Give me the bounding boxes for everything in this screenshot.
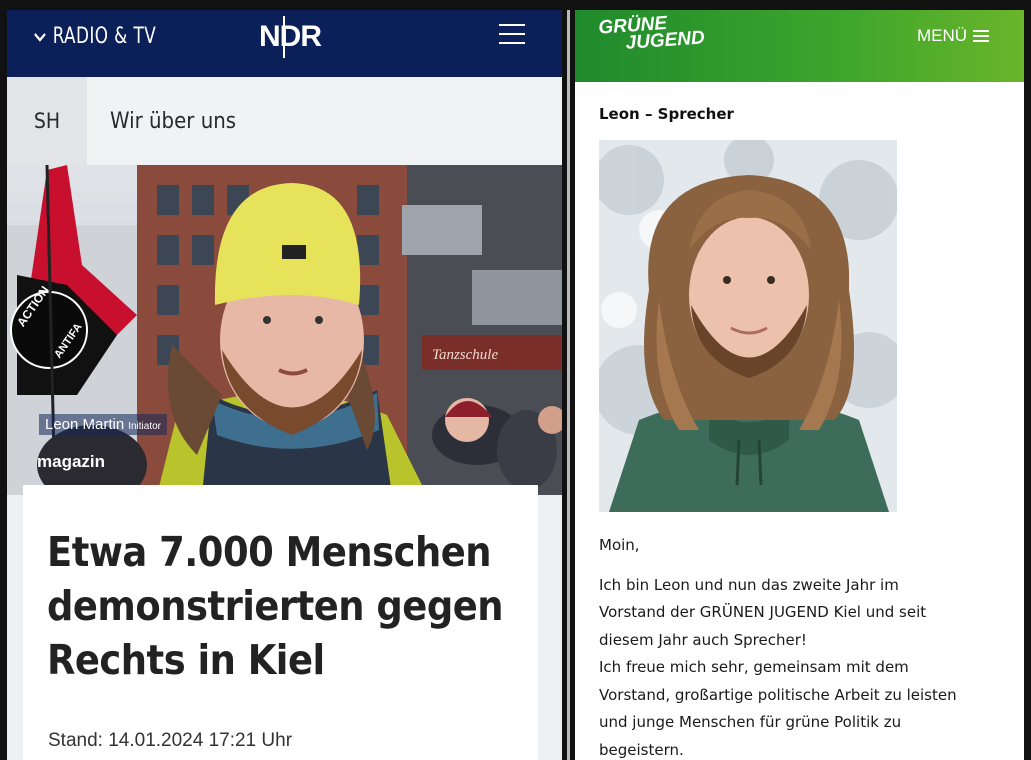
gj-header: GRÜNE JUGEND MENÜ bbox=[575, 10, 1024, 82]
article-photo: Tanzschule ACTION ANTIFA Leon Martin Ini… bbox=[7, 165, 562, 495]
gj-menu-label: MENÜ bbox=[917, 26, 968, 45]
bio-line: diesem Jahr auch Sprecher! bbox=[599, 630, 807, 649]
radio-tv-label: RADIO & TV bbox=[52, 24, 157, 49]
bio-line: Ich freue mich sehr, gemeinsam mit dem bbox=[599, 658, 909, 676]
hamburger-icon bbox=[973, 27, 990, 45]
radio-tv-menu[interactable]: RADIO & TV bbox=[34, 24, 156, 49]
gj-logo-line2: JUGEND bbox=[624, 27, 706, 54]
region-subnav: SH Wir über uns bbox=[7, 77, 562, 165]
bio-greeting: Moin, bbox=[599, 536, 640, 554]
svg-text:Tanzschule: Tanzschule bbox=[432, 347, 498, 363]
hamburger-menu-icon[interactable] bbox=[499, 24, 525, 44]
person-title: Leon – Sprecher bbox=[599, 105, 734, 123]
chevron-down-icon bbox=[34, 32, 46, 42]
bio-line: Vorstand der GRÜNEN JUGEND Kiel und seit bbox=[599, 603, 927, 621]
article-headline[interactable]: Etwa 7.000 Menschen demonstrierten gegen… bbox=[47, 525, 527, 687]
panel-divider bbox=[567, 10, 570, 760]
ndr-logo-bar bbox=[283, 16, 285, 58]
demo-photo-illustration: Tanzschule ACTION ANTIFA bbox=[7, 165, 562, 495]
ndr-header: RADIO & TV NDR bbox=[7, 10, 562, 77]
ndr-logo-text: NDR bbox=[259, 20, 322, 53]
video-caption-show: magazin bbox=[37, 452, 106, 471]
bio-line: Vorstand, großartige politische Arbeit z… bbox=[599, 685, 957, 704]
caption-role-text: Initiator bbox=[128, 421, 162, 432]
ndr-article-panel: RADIO & TV NDR SH Wir über uns Tanzschul… bbox=[7, 10, 562, 760]
video-caption-name: Leon Martin Initiator bbox=[39, 414, 168, 435]
person-bio: Moin, Ich bin Leon und nun das zweite Ja… bbox=[599, 532, 1009, 760]
bio-line: Ich bin Leon und nun das zweite Jahr im bbox=[599, 575, 899, 594]
bio-line: und junge Menschen für grüne Politik zu bbox=[599, 713, 902, 731]
about-us-link[interactable]: Wir über uns bbox=[110, 77, 236, 165]
gj-menu-button[interactable]: MENÜ bbox=[917, 26, 990, 46]
person-portrait bbox=[599, 140, 897, 512]
ndr-logo[interactable]: NDR bbox=[259, 16, 322, 58]
gj-logo[interactable]: GRÜNE JUGEND bbox=[598, 12, 706, 54]
article-timestamp: Stand: 14.01.2024 17:21 Uhr bbox=[48, 730, 293, 751]
article-card: Etwa 7.000 Menschen demonstrierten gegen… bbox=[23, 485, 538, 760]
region-tab-sh[interactable]: SH bbox=[7, 77, 87, 165]
gj-profile-panel: GRÜNE JUGEND MENÜ Leon – Sprecher Moin, … bbox=[575, 10, 1024, 760]
portrait-illustration bbox=[599, 140, 897, 512]
bio-line: begeistern. bbox=[599, 740, 684, 759]
caption-name-text: Leon Martin bbox=[45, 416, 125, 433]
